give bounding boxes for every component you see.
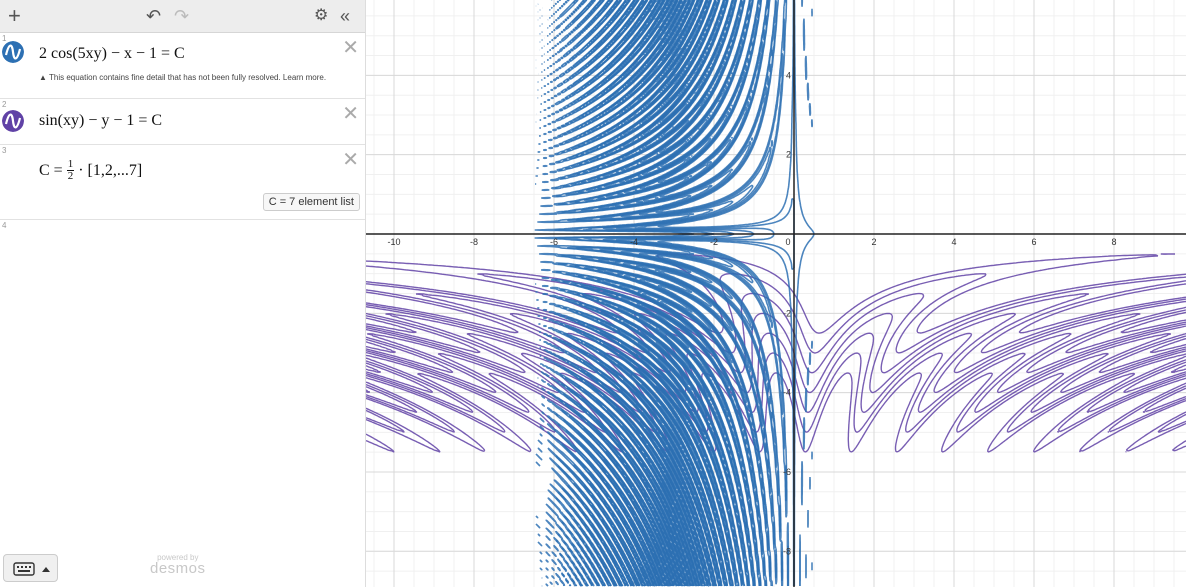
desmos-logo: desmos [150,560,206,577]
expression-latex[interactable]: C = 1 2 · [1,2,...7] [39,159,142,182]
undo-icon[interactable]: ↶ [146,0,161,32]
close-icon[interactable]: ✕ [342,101,359,126]
expression-toolbar: + ↶ ↷ ⚙ « [0,0,365,33]
expression-number: 3 [2,146,7,155]
expression-suffix: · [1,2,...7] [78,161,143,179]
warning-text: ▲ This equation contains fine detail tha… [39,73,327,82]
expression-item-4[interactable]: 4 [0,220,365,254]
expression-number: 2 [2,100,7,109]
expression-gutter [0,145,28,219]
graph-style-icon[interactable] [2,41,24,63]
x-tick-label: 8 [1111,237,1116,247]
y-tick-label: -2 [783,308,791,318]
x-tick-label: 0 [785,237,790,247]
keyboard-toggle-button[interactable] [3,554,58,582]
powered-by-desmos: powered by desmos [150,553,206,577]
keyboard-icon [13,562,50,576]
expression-number: 1 [2,34,7,43]
y-tick-label: 4 [786,70,791,80]
fraction: 1 2 [66,159,75,182]
expression-number: 4 [2,221,7,230]
x-tick-label: -4 [630,237,638,247]
gear-icon[interactable]: ⚙ [314,0,328,32]
list-badge: C = 7 element list [262,193,360,211]
expression-item-2[interactable]: 2 sin(xy) − y − 1 = C ✕ [0,99,365,145]
x-tick-label: -2 [710,237,718,247]
close-icon[interactable]: ✕ [342,35,359,60]
x-tick-label: 2 [871,237,876,247]
expression-prefix: C = [39,161,63,179]
double-chevron-left-icon[interactable]: « [340,0,350,32]
x-tick-label: -6 [550,237,558,247]
graph-style-icon[interactable] [2,110,24,132]
x-tick-label: -8 [470,237,478,247]
x-tick-label: 6 [1031,237,1036,247]
redo-icon[interactable]: ↷ [174,0,189,32]
y-tick-label: -4 [783,388,791,398]
expression-list-panel: + ↶ ↷ ⚙ « 1 2 cos(5xy) − x − 1 = C ✕ ▲ T… [0,0,366,587]
y-tick-label: -8 [783,546,791,556]
x-tick-label: 4 [951,237,956,247]
expression-latex[interactable]: sin(xy) − y − 1 = C [39,112,162,130]
expression-item-3[interactable]: 3 C = 1 2 · [1,2,...7] ✕ C = 7 element l… [0,145,365,220]
expression-latex[interactable]: 2 cos(5xy) − x − 1 = C [39,45,185,63]
fraction-denominator: 2 [67,170,74,182]
expression-item-1[interactable]: 1 2 cos(5xy) − x − 1 = C ✕ ▲ This equati… [0,33,365,99]
close-icon[interactable]: ✕ [342,147,359,172]
plus-icon[interactable]: + [8,0,21,32]
y-tick-label: 2 [786,150,791,160]
graph-canvas[interactable]: -10 -8 -6 -4 -2 0 2 4 6 8 4 2 -2 -4 -6 -8 [366,0,1186,587]
graph-svg[interactable]: -10 -8 -6 -4 -2 0 2 4 6 8 4 2 -2 -4 -6 -8 [366,0,1186,587]
x-tick-label: -10 [387,237,400,247]
y-tick-label: -6 [783,467,791,477]
